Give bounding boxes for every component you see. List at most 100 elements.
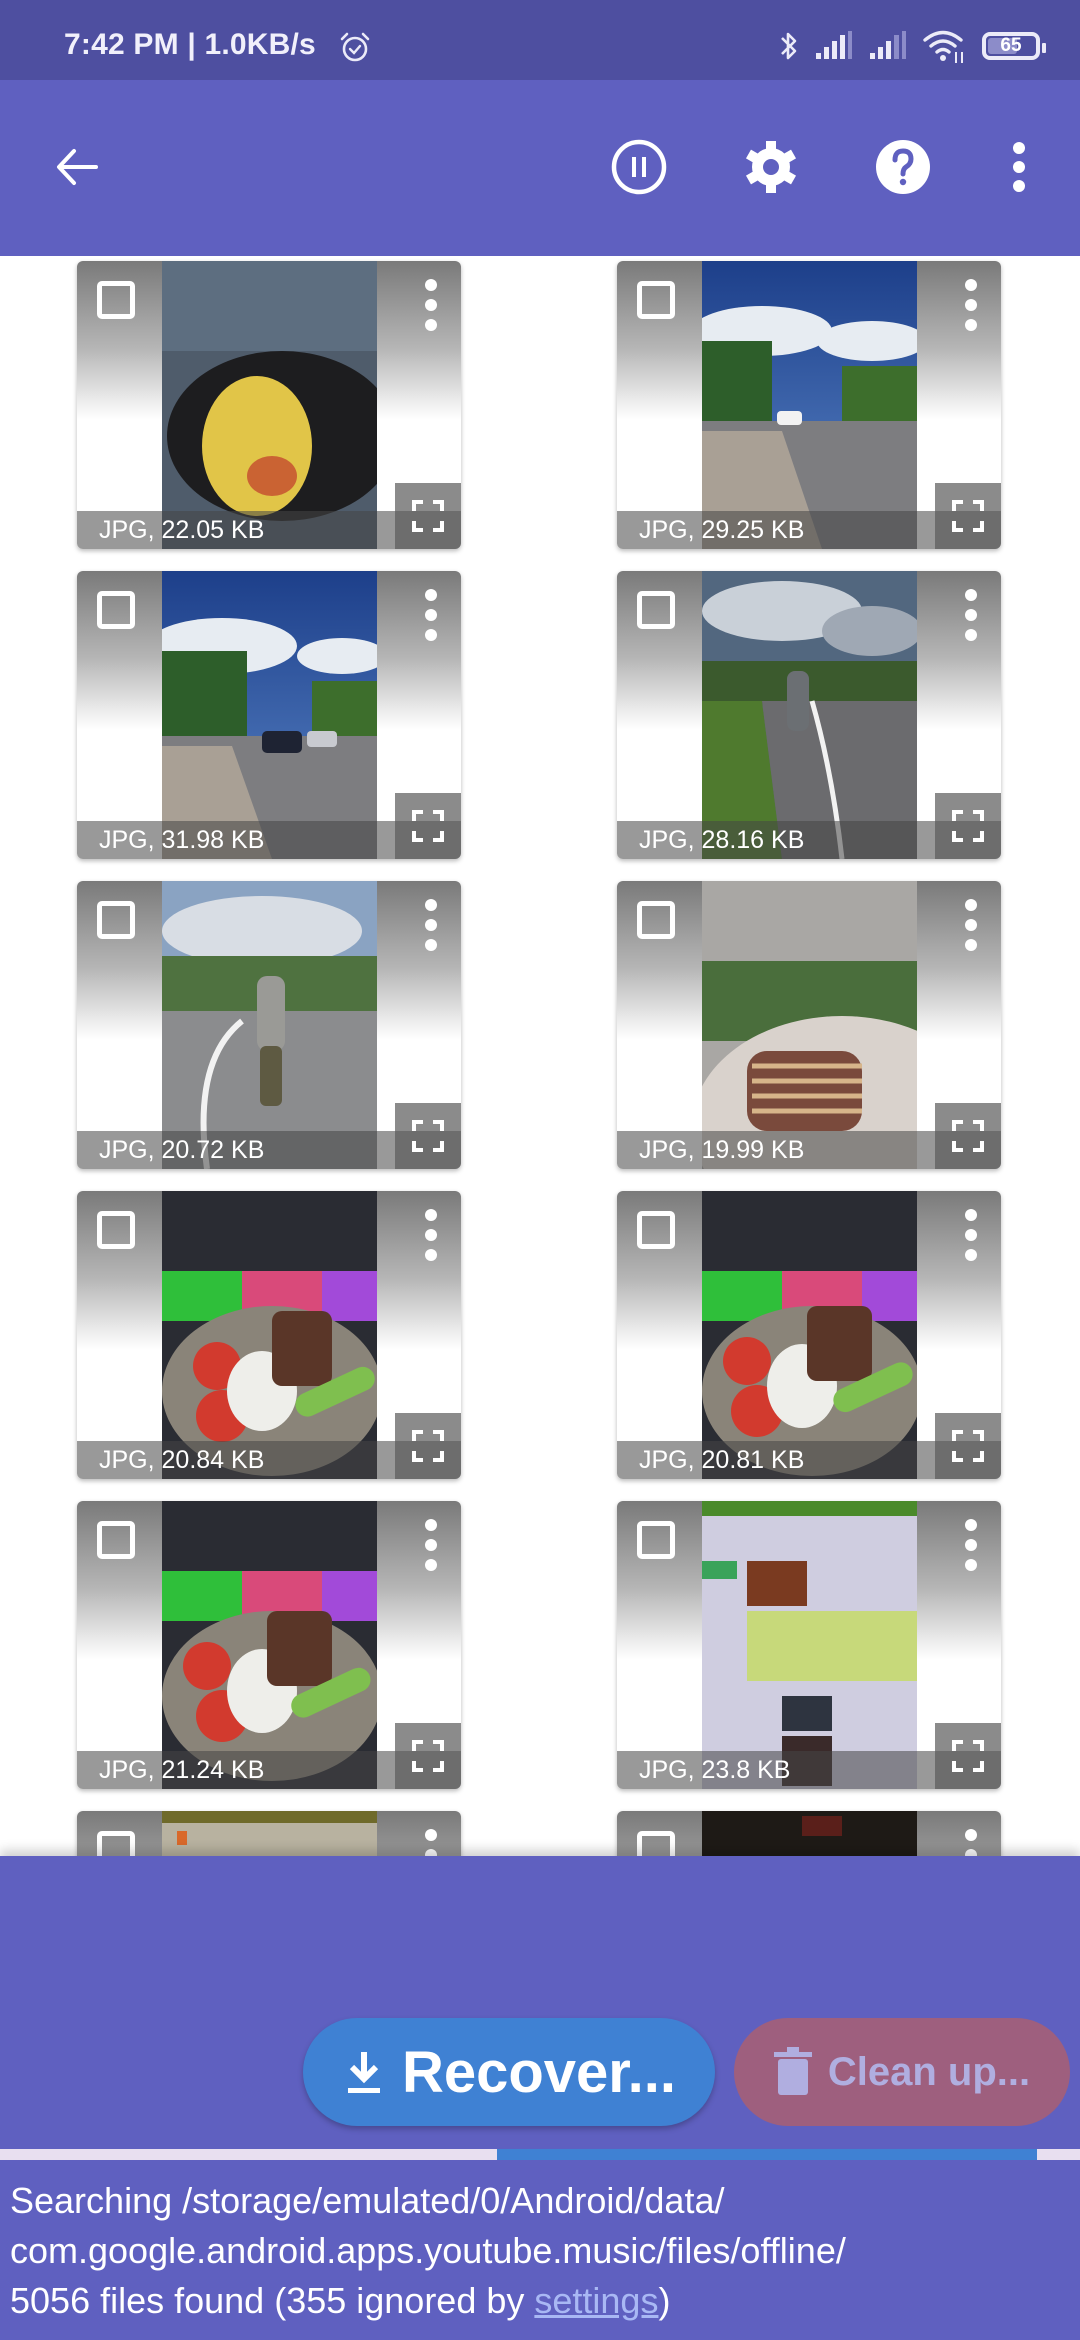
pause-button[interactable] [604, 132, 674, 202]
select-checkbox[interactable] [97, 1831, 135, 1856]
signal-icon [816, 31, 852, 59]
select-checkbox[interactable] [97, 1211, 135, 1249]
expand-button[interactable] [935, 793, 1001, 859]
expand-button[interactable] [395, 1413, 461, 1479]
overflow-menu-button[interactable] [984, 132, 1054, 202]
file-thumbnail[interactable] [702, 261, 917, 549]
file-card[interactable]: JPG, 21.24 KB [77, 1501, 461, 1789]
recover-button[interactable]: Recover... [303, 2018, 715, 2126]
select-checkbox[interactable] [97, 281, 135, 319]
more-vert-icon[interactable] [421, 279, 441, 331]
back-arrow-icon [57, 149, 98, 185]
file-info: JPG, 22.05 KB [99, 516, 265, 544]
battery-icon: 65 [982, 32, 1046, 60]
select-checkbox[interactable] [97, 591, 135, 629]
recovered-files-grid[interactable]: JPG, 22.05 KB JPG, 29.25 KB JPG, 31.98 K… [0, 256, 1080, 1856]
select-checkbox[interactable] [637, 591, 675, 629]
select-checkbox[interactable] [637, 281, 675, 319]
more-vert-icon [1013, 142, 1025, 192]
select-checkbox[interactable] [637, 1211, 675, 1249]
file-thumbnail[interactable] [162, 571, 377, 859]
file-card[interactable]: JPG, 28.16 KB [617, 571, 1001, 859]
more-vert-icon[interactable] [961, 589, 981, 641]
wifi-icon [923, 30, 963, 63]
gear-icon [745, 141, 797, 193]
more-vert-icon[interactable] [421, 1519, 441, 1571]
file-info: JPG, 28.16 KB [639, 826, 805, 854]
fullscreen-icon [412, 810, 444, 842]
progress-indicator [496, 2149, 1037, 2160]
expand-button[interactable] [935, 1723, 1001, 1789]
file-info: JPG, 19.99 KB [639, 1136, 805, 1164]
fullscreen-icon [412, 1740, 444, 1772]
file-card[interactable] [617, 1811, 1001, 1856]
more-vert-icon[interactable] [421, 899, 441, 951]
file-card[interactable]: JPG, 29.25 KB [617, 261, 1001, 549]
file-info: JPG, 20.84 KB [99, 1446, 265, 1474]
file-thumbnail[interactable] [702, 1501, 917, 1789]
bottom-panel: Recover... Clean up... Searching /storag… [0, 1856, 1080, 2340]
file-card[interactable]: JPG, 20.72 KB [77, 881, 461, 1169]
file-card[interactable]: JPG, 20.84 KB [77, 1191, 461, 1479]
searching-path-line1: Searching /storage/emulated/0/Android/da… [10, 2180, 725, 2221]
expand-button[interactable] [395, 1723, 461, 1789]
cleanup-label: Clean up... [827, 2049, 1031, 2094]
help-icon [876, 140, 930, 194]
file-info: JPG, 31.98 KB [99, 826, 265, 854]
select-checkbox[interactable] [97, 1521, 135, 1559]
select-checkbox[interactable] [97, 901, 135, 939]
help-button[interactable] [868, 132, 938, 202]
file-info: JPG, 29.25 KB [639, 516, 805, 544]
more-vert-icon[interactable] [961, 1209, 981, 1261]
expand-button[interactable] [935, 1103, 1001, 1169]
more-vert-icon[interactable] [421, 589, 441, 641]
more-vert-icon[interactable] [421, 1829, 441, 1856]
status-bar: 7:42 PM | 1.0KB/s 65 [0, 0, 1080, 80]
fullscreen-icon [952, 500, 984, 532]
file-thumbnail[interactable] [162, 881, 377, 1169]
select-checkbox[interactable] [637, 1521, 675, 1559]
more-vert-icon[interactable] [961, 899, 981, 951]
expand-button[interactable] [935, 1413, 1001, 1479]
settings-button[interactable] [736, 132, 806, 202]
bluetooth-icon [781, 32, 797, 60]
file-thumbnail[interactable] [702, 1811, 917, 1856]
expand-button[interactable] [395, 483, 461, 549]
file-card[interactable]: JPG, 19.99 KB [617, 881, 1001, 1169]
back-button[interactable] [42, 132, 112, 202]
more-vert-icon[interactable] [961, 1519, 981, 1571]
expand-button[interactable] [395, 793, 461, 859]
more-vert-icon[interactable] [421, 1209, 441, 1261]
file-thumbnail[interactable] [162, 1811, 377, 1856]
file-thumbnail[interactable] [702, 881, 917, 1169]
more-vert-icon[interactable] [961, 279, 981, 331]
trash-icon [773, 2047, 812, 2095]
file-card[interactable]: JPG, 23.8 KB [617, 1501, 1001, 1789]
file-thumbnail[interactable] [162, 261, 377, 549]
fullscreen-icon [952, 1740, 984, 1772]
file-thumbnail[interactable] [702, 571, 917, 859]
file-card[interactable]: JPG, 31.98 KB [77, 571, 461, 859]
fullscreen-icon [952, 1430, 984, 1462]
alarm-icon [340, 32, 370, 62]
file-thumbnail[interactable] [162, 1501, 377, 1789]
file-thumbnail[interactable] [162, 1191, 377, 1479]
file-info: JPG, 21.24 KB [99, 1756, 265, 1784]
pause-icon [611, 139, 667, 195]
expand-button[interactable] [935, 483, 1001, 549]
select-checkbox[interactable] [637, 901, 675, 939]
more-vert-icon[interactable] [961, 1829, 981, 1856]
file-card[interactable]: JPG, 20.81 KB [617, 1191, 1001, 1479]
file-info: JPG, 20.81 KB [639, 1446, 805, 1474]
expand-button[interactable] [395, 1103, 461, 1169]
file-card[interactable] [77, 1811, 461, 1856]
signal-icon [870, 31, 906, 59]
select-checkbox[interactable] [637, 1831, 675, 1856]
settings-link[interactable]: settings [534, 2280, 658, 2321]
file-card[interactable]: JPG, 22.05 KB [77, 261, 461, 549]
file-thumbnail[interactable] [702, 1191, 917, 1479]
battery-level: 65 [1000, 35, 1022, 56]
cleanup-button[interactable]: Clean up... [734, 2018, 1070, 2126]
scan-status: Searching /storage/emulated/0/Android/da… [10, 2176, 1070, 2326]
fullscreen-icon [412, 1120, 444, 1152]
